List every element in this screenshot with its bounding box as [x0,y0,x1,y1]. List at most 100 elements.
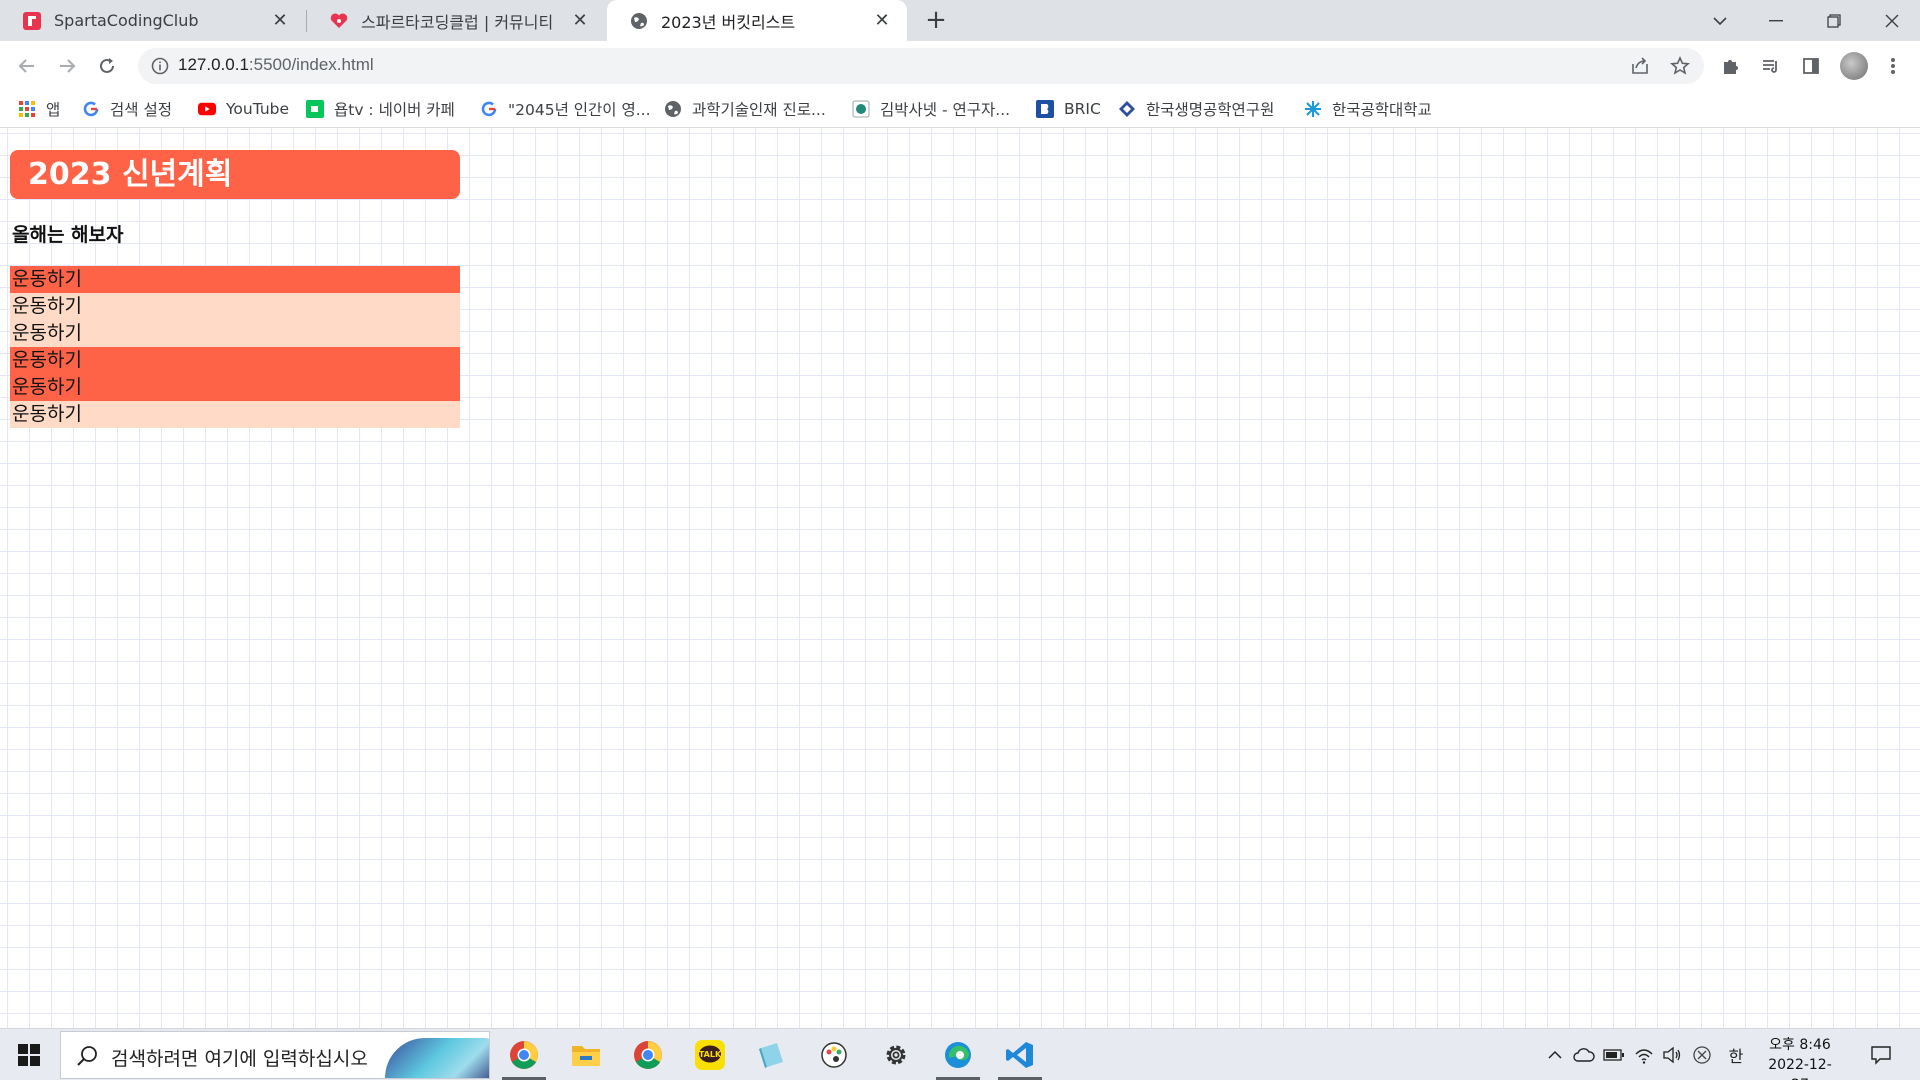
volume-icon[interactable] [1660,1043,1684,1067]
onedrive-cloud-icon[interactable] [1572,1043,1596,1067]
google-icon [82,100,100,118]
close-icon[interactable]: ✕ [871,10,893,32]
bookmark-search-settings[interactable]: 검색 설정 [82,96,172,122]
clock-date: 2022-12-27 [1768,1057,1832,1080]
taskbar-edge[interactable] [932,1029,984,1080]
media-queue-icon[interactable] [1758,53,1784,79]
search-icon [75,1044,99,1068]
naver-cafe-icon [306,100,324,118]
taskbar-paint[interactable] [808,1029,860,1080]
google-icon [480,100,498,118]
tab-title: 스파르타코딩클럽 | 커뮤니티 [361,12,554,32]
site-info-icon[interactable] [150,56,170,76]
bookmark-label: YouTube [226,100,290,118]
bucket-item: 운동하기 [10,266,460,293]
bookmark-apps[interactable]: 앱 [18,96,60,122]
sparta-favicon-icon [22,11,42,31]
close-icon[interactable]: ✕ [269,10,291,32]
tab-search-chevron-icon[interactable] [1692,0,1748,41]
restore-button[interactable] [1806,0,1862,41]
bookmark-label: 한국공학대학교 [1332,101,1432,119]
file-explorer-icon [572,1046,600,1066]
chrome-icon [634,1041,662,1069]
bookmark-science-career[interactable]: 과학기술인재 진로... [664,96,826,122]
bookmark-youtube[interactable]: YouTube [198,96,289,122]
bookmark-2045[interactable]: "2045년 인간이 영... [480,96,651,122]
paint-icon [821,1042,847,1068]
taskbar-chrome[interactable] [498,1029,550,1080]
bucket-item: 운동하기 [10,401,460,428]
chrome-icon [510,1041,538,1069]
page-title: 2023 신년계획 [10,150,460,199]
new-tab-button[interactable]: + [922,5,950,35]
notepad-icon [759,1043,783,1068]
search-highlight-image [385,1038,489,1078]
taskbar-file-explorer[interactable] [560,1029,612,1080]
bucket-item: 운동하기 [10,320,460,347]
start-button[interactable] [0,1029,58,1080]
no-network-icon[interactable] [1690,1043,1714,1067]
wifi-icon[interactable] [1632,1043,1656,1067]
url-host: 127.0.0.1 [178,55,249,74]
bookmark-naver-cafe[interactable]: 욥tv : 네이버 카페 [306,96,455,122]
bookmark-tukorea[interactable]: 한국공학대학교 [1304,96,1432,122]
kakaotalk-label: TALK [699,1050,722,1059]
page-content: 2023 신년계획 올해는 해보자 운동하기 운동하기 운동하기 운동하기 운동… [0,128,1920,1028]
taskbar-kakaotalk[interactable]: TALK [684,1029,736,1080]
bookmarks-bar: 앱 검색 설정 YouTube 욥tv : 네이버 카페 "2045년 인간이 … [0,90,1920,128]
taskbar-clock[interactable]: 오후 8:46 2022-12-27 [1760,1035,1840,1080]
heart-favicon-icon [329,11,349,31]
bookmark-label: BRIC [1064,100,1101,118]
taskbar-settings[interactable] [870,1029,922,1080]
url-text: 127.0.0.1:5500/index.html [178,55,374,75]
settings-gear-icon [886,1045,906,1065]
windows-logo-icon [18,1044,40,1066]
bookmark-label: 검색 설정 [110,101,172,119]
page-subtitle: 올해는 해보자 [12,224,124,246]
bookmark-kribb[interactable]: 한국생명공학연구원 [1118,96,1274,122]
extensions-puzzle-icon[interactable] [1718,53,1744,79]
windows-taskbar: 검색하려면 여기에 입력하십시오 TALK 한 오후 8:46 2022-12- [0,1028,1920,1080]
tab-community[interactable]: 스파르타코딩클럽 | 커뮤니티 ✕ [307,0,605,41]
side-panel-icon[interactable] [1798,53,1824,79]
bookmark-star-icon[interactable] [1668,54,1692,78]
taskbar-notepad[interactable] [746,1029,798,1080]
tray-overflow-chevron-icon[interactable] [1544,1043,1566,1067]
bookmark-bric[interactable]: BRIC [1036,96,1101,122]
bucket-item: 운동하기 [10,374,460,401]
address-bar[interactable]: 127.0.0.1:5500/index.html [138,48,1704,84]
youtube-icon [198,100,216,118]
notification-center-icon[interactable] [1866,1043,1896,1067]
bookmark-kimbaksa[interactable]: 김박사넷 - 연구자... [852,96,1010,122]
share-icon[interactable] [1628,54,1652,78]
close-icon[interactable]: ✕ [569,10,591,32]
globe-favicon-icon [629,11,649,31]
taskbar-search-box[interactable]: 검색하려면 여기에 입력하십시오 [60,1031,490,1079]
taskbar-vscode[interactable] [994,1029,1046,1080]
url-path: :5500/index.html [248,55,374,74]
tab-bar: SpartaCodingClub ✕ 스파르타코딩클럽 | 커뮤니티 ✕ 202… [0,0,1920,41]
profile-avatar[interactable] [1840,52,1868,80]
bookmark-label: 김박사넷 - 연구자... [880,101,1011,119]
kebab-menu-icon[interactable] [1880,53,1906,79]
vscode-icon [1006,1042,1033,1068]
edge-icon [945,1042,971,1068]
close-window-button[interactable] [1864,0,1920,41]
bookmark-label: 한국생명공학연구원 [1146,101,1275,119]
back-button[interactable] [10,49,44,83]
browser-toolbar: 127.0.0.1:5500/index.html [0,41,1920,90]
tab-bucketlist[interactable]: 2023년 버킷리스트 ✕ [607,0,907,41]
bric-icon [1036,100,1054,118]
tukorea-icon [1304,100,1322,118]
bookmark-label: 앱 [46,101,61,119]
search-placeholder: 검색하려면 여기에 입력하십시오 [111,1048,368,1070]
kakaotalk-icon: TALK [695,1040,725,1070]
battery-icon[interactable] [1602,1043,1626,1067]
kribb-icon [1118,100,1136,118]
forward-button[interactable] [50,49,84,83]
ime-indicator[interactable]: 한 [1724,1043,1748,1067]
reload-button[interactable] [90,49,124,83]
tab-spartacodingclub[interactable]: SpartaCodingClub ✕ [0,0,305,41]
minimize-button[interactable] [1748,0,1804,41]
taskbar-chrome-2[interactable] [622,1029,674,1080]
